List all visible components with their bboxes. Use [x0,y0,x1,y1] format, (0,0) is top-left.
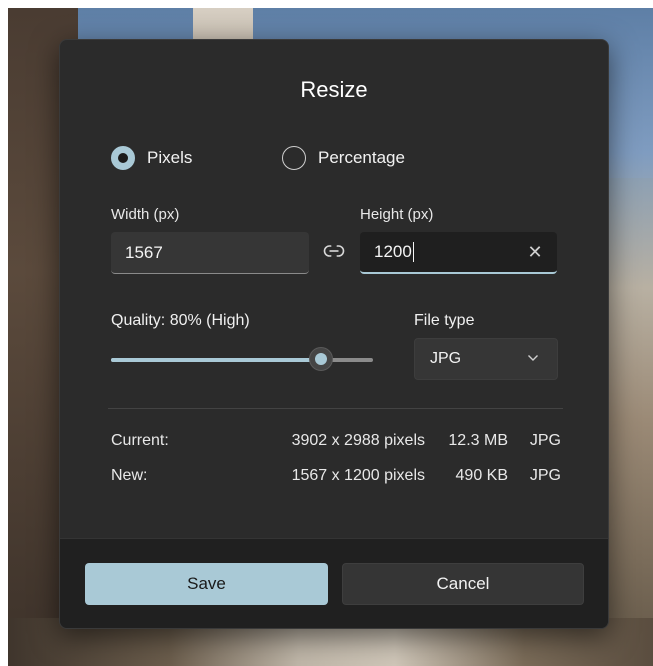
width-input[interactable]: 1567 [111,232,309,274]
slider-fill [111,358,321,362]
new-info-row: New: 1567 x 1200 pixels 490 KB JPG [111,467,561,489]
new-dimensions: 1567 x 1200 pixels [291,467,425,484]
divider [108,408,563,409]
width-label: Width (px) [111,206,180,223]
height-input[interactable]: 1200 ✕ [360,232,557,274]
new-type: JPG [529,467,561,484]
chevron-down-icon [528,355,538,361]
link-icon[interactable] [323,244,345,258]
file-type-value: JPG [430,350,462,367]
height-value: 1200 [374,242,412,261]
dialog-title: Resize [300,77,368,102]
current-type: JPG [529,432,561,449]
percentage-radio-label: Percentage [318,148,405,167]
background-town [603,178,653,618]
cancel-button[interactable]: Cancel [342,563,584,605]
save-button[interactable]: Save [85,563,328,605]
current-info-row: Current: 3902 x 2988 pixels 12.3 MB JPG [111,432,561,454]
pixels-radio-label: Pixels [147,148,193,167]
width-value: 1567 [125,242,163,262]
resize-dialog: Resize Pixels Percentage Width (px) 1567… [59,39,609,629]
new-label: New: [111,467,148,484]
height-label: Height (px) [360,206,434,223]
current-size: 12.3 MB [448,432,508,449]
percentage-radio[interactable]: Percentage [282,144,405,172]
dialog-footer: Save Cancel [60,538,608,628]
current-dimensions: 3902 x 2988 pixels [291,432,425,449]
pixels-radio[interactable]: Pixels [111,144,192,172]
file-type-select[interactable]: JPG [414,338,558,380]
radio-unchecked-icon [282,146,306,170]
radio-checked-icon [111,146,135,170]
text-caret [412,242,414,262]
quality-label: Quality: 80% (High) [111,312,250,329]
close-icon[interactable]: ✕ [525,242,545,262]
slider-thumb[interactable] [309,347,333,371]
quality-slider[interactable] [111,347,373,373]
new-size: 490 KB [455,467,508,484]
file-type-label: File type [414,312,475,329]
current-label: Current: [111,432,169,449]
